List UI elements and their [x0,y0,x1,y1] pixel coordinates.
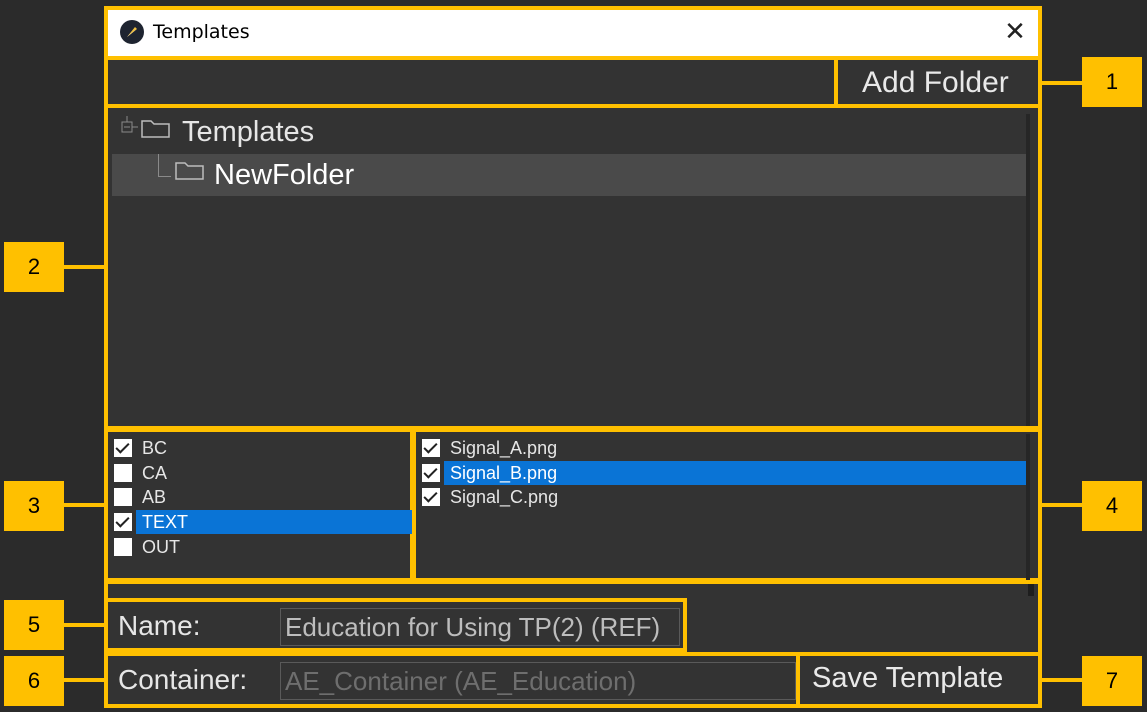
list-item-label: CA [142,462,168,483]
list-item-label: BC [142,438,168,458]
container-input: AE_Container (AE_Education) [280,662,796,700]
window-title: Templates [153,21,250,43]
save-template-button[interactable]: Save Template [796,652,1042,708]
callout-connector [64,503,106,507]
close-button[interactable]: ✕ [1002,18,1028,46]
add-folder-label: Add Folder [862,66,1009,99]
callout-connector [1040,678,1082,682]
callout-connector [64,623,106,627]
callout-connector [1040,503,1082,507]
checkbox[interactable] [422,463,440,482]
list-item-label: AB [142,487,167,508]
callout-connector [64,265,106,269]
tree-expander-icon[interactable] [120,116,138,138]
checkbox[interactable] [422,439,440,457]
list-item[interactable]: Signal_C.png [422,485,1026,509]
list-item-label: Signal_B.png [444,460,1026,485]
callout-2: 2 [4,242,64,292]
list-item[interactable]: Signal_A.png [422,436,1026,460]
callout-5: 5 [4,600,64,650]
folder-tree[interactable]: Templates NewFolder [104,104,1042,430]
app-compass-icon [120,20,144,44]
container-row: Container: AE_Container (AE_Education) [104,652,800,708]
add-folder-button[interactable]: Add Folder [834,56,1042,108]
callout-4: 4 [1082,481,1142,531]
callout-connector [1040,81,1082,85]
list-item-label: TEXT [136,510,412,535]
tree-child-label[interactable]: NewFolder [214,159,354,192]
title-bar: Templates ✕ [108,10,1038,56]
name-row: Name: Education for Using TP(2) (REF) [104,598,687,652]
list-item[interactable]: AB [114,485,412,509]
file-list[interactable]: Signal_A.png Signal_B.png Signal_C.png [412,428,1042,582]
horizontal-scroll-stub [1028,584,1034,596]
tree-scrollbar[interactable] [1026,114,1030,426]
checkbox[interactable] [114,463,132,482]
list-item[interactable]: CA [114,461,412,485]
list-item[interactable]: OUT [114,535,412,559]
tree-root-label[interactable]: Templates [182,116,314,149]
checkbox[interactable] [114,439,132,457]
checkbox[interactable] [422,488,440,507]
list-item-label: Signal_C.png [450,487,559,508]
callout-1: 1 [1082,57,1142,107]
callout-6: 6 [4,656,64,706]
list-item[interactable]: TEXT [114,510,412,535]
list-item[interactable]: BC [114,436,412,460]
checkbox[interactable] [114,488,132,507]
folder-icon [141,120,170,138]
list-item-label: Signal_A.png [450,438,558,458]
layer-list[interactable]: BC CA AB TEXT OUT [104,428,414,582]
list-item-label: OUT [142,536,180,557]
folder-icon [175,162,204,180]
name-input[interactable]: Education for Using TP(2) (REF) [280,608,680,646]
checkbox[interactable] [114,513,132,532]
save-template-label: Save Template [812,662,1004,694]
callout-connector [64,678,106,682]
checkbox[interactable] [114,537,132,556]
list-item[interactable]: Signal_B.png [422,460,1026,485]
callout-7: 7 [1082,656,1142,706]
tree-connector-line [158,154,171,177]
file-list-scrollbar[interactable] [1026,434,1030,580]
callout-3: 3 [4,481,64,531]
name-label: Name: [118,610,201,641]
container-label: Container: [118,664,248,695]
